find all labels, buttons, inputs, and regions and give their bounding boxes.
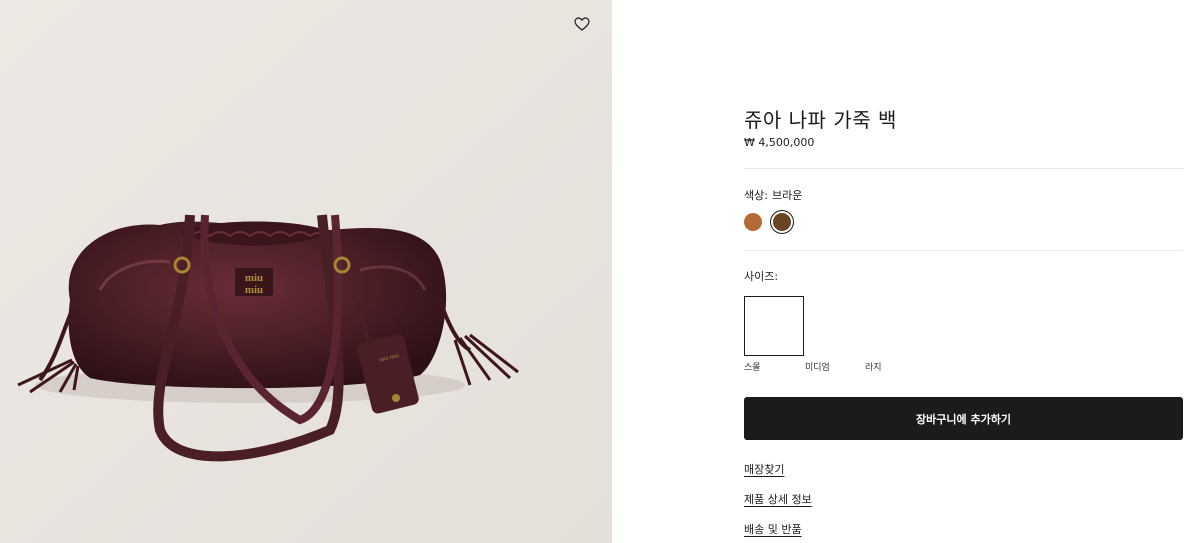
size-selector-box[interactable] bbox=[744, 296, 804, 356]
shipping-returns-link[interactable]: 배송 및 반품 bbox=[744, 521, 802, 537]
product-price: ₩ 4,500,000 bbox=[744, 136, 815, 149]
divider bbox=[744, 250, 1183, 251]
color-label: 색상: 브라운 bbox=[744, 187, 806, 203]
product-title: 쥬아 나파 가죽 백 bbox=[744, 108, 897, 132]
bag-logo-top: miu bbox=[245, 272, 263, 284]
heart-icon bbox=[574, 17, 590, 31]
size-label: 사이즈: bbox=[744, 270, 779, 283]
selected-color: 브라운 bbox=[771, 189, 803, 202]
product-details: 쥬아 나파 가죽 백 ₩ 4,500,000 색상: 브라운 사이즈: 스몰 미디… bbox=[744, 0, 1183, 543]
color-swatch-caramel[interactable] bbox=[744, 213, 762, 231]
product-image-panel: miu miu miu miu bbox=[0, 0, 612, 543]
bag-logo-bottom: miu bbox=[245, 284, 263, 296]
divider bbox=[744, 168, 1183, 169]
store-locator-link[interactable]: 매장찾기 bbox=[744, 461, 784, 477]
wishlist-button[interactable] bbox=[574, 17, 596, 39]
color-swatch-brown[interactable] bbox=[773, 213, 791, 231]
color-label-text: 색상: bbox=[744, 189, 768, 202]
size-option-large[interactable]: 라지 bbox=[865, 360, 882, 373]
add-to-cart-button[interactable]: 장바구니에 추가하기 bbox=[744, 397, 1183, 440]
product-details-link[interactable]: 제품 상세 정보 bbox=[744, 491, 812, 507]
size-option-small[interactable]: 스몰 bbox=[744, 360, 761, 373]
color-swatches bbox=[744, 213, 791, 231]
product-image: miu miu miu miu bbox=[0, 0, 612, 543]
size-option-medium[interactable]: 미디엄 bbox=[805, 360, 830, 373]
